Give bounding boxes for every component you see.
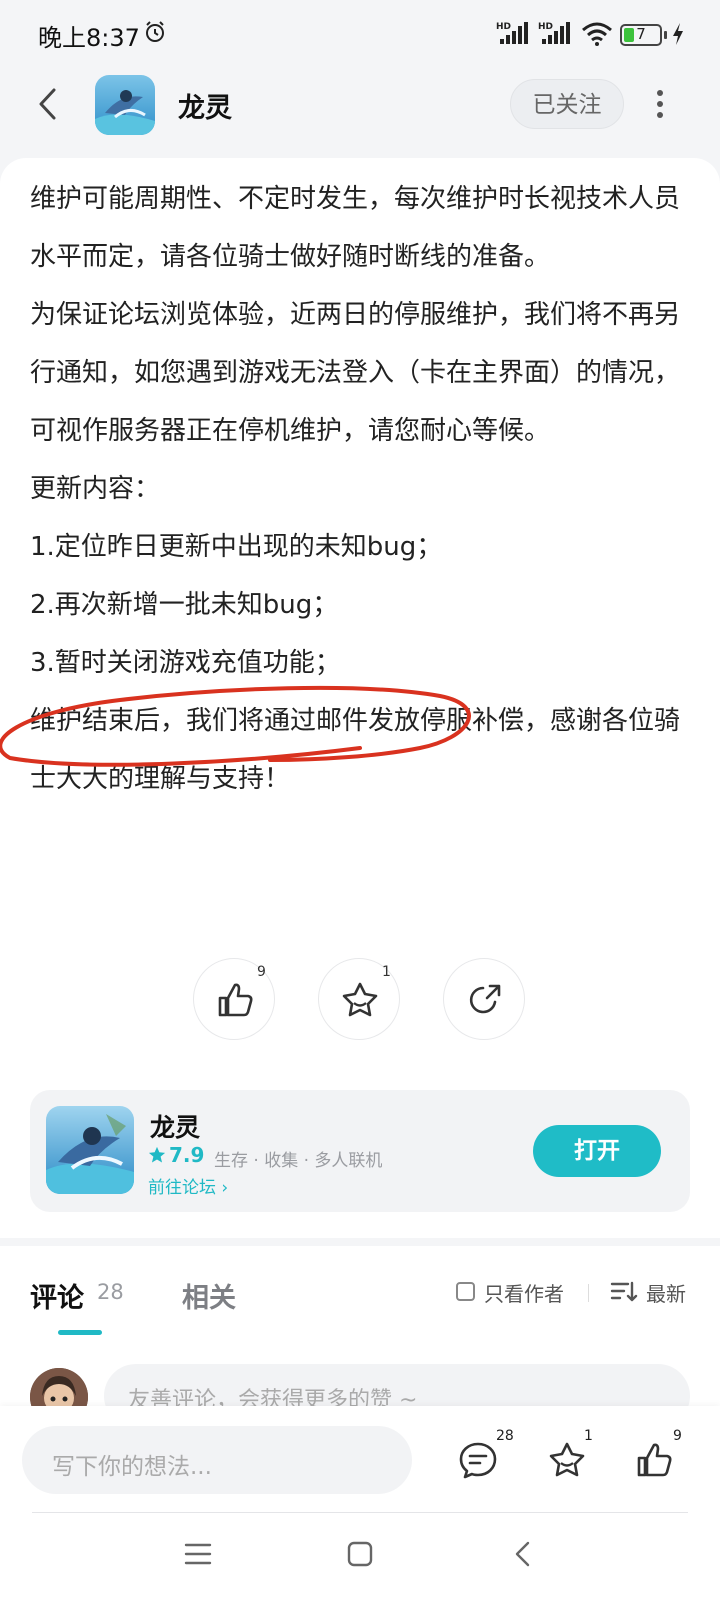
game-tags: 生存 · 收集 · 多人联机 xyxy=(214,1151,383,1171)
back-button[interactable] xyxy=(36,86,60,126)
open-button[interactable]: 打开 xyxy=(533,1125,661,1177)
paragraph-4: 1.定位昨日更新中出现的未知bug； xyxy=(30,532,443,562)
sort-label[interactable]: 最新 xyxy=(646,1278,686,1307)
paragraph-1: 维护可能周期性、不定时发生，每次维护时长视技术人员水平而定，请各位骑士做好随时断… xyxy=(30,184,681,272)
paragraph-5: 2.再次新增一批未知bug； xyxy=(30,590,339,620)
paragraph-3: 更新内容： xyxy=(30,474,161,504)
game-rating: 7.9 xyxy=(169,1143,205,1167)
write-input-placeholder: 写下你的想法... xyxy=(52,1454,212,1480)
paragraph-2: 为保证论坛浏览体验，近两日的停服维护，我们将不再另行通知，如您遇到游戏无法登入（… xyxy=(30,300,681,446)
battery-level: 7 xyxy=(636,25,646,43)
thumbs-up-icon xyxy=(218,983,253,1017)
alarm-icon xyxy=(143,20,167,48)
only-author-checkbox[interactable] xyxy=(456,1282,475,1301)
comment-icon[interactable] xyxy=(458,1440,498,1484)
battery-tip xyxy=(664,31,667,39)
bottom-favorite-count: 1 xyxy=(584,1428,593,1444)
comment-count: 28 xyxy=(97,1280,124,1304)
page-title: 龙灵 xyxy=(178,93,232,124)
more-options-icon[interactable] xyxy=(655,88,665,124)
back-nav-icon[interactable] xyxy=(510,1540,538,1572)
favorite-count: 1 xyxy=(382,964,391,980)
signal-icon: HD xyxy=(496,20,532,50)
battery-icon: 7 xyxy=(620,24,662,46)
svg-text:HD: HD xyxy=(496,22,511,32)
bottom-thumbs-up-icon[interactable] xyxy=(634,1440,674,1484)
bottom-like-count: 9 xyxy=(673,1428,682,1444)
only-author-label[interactable]: 只看作者 xyxy=(484,1278,564,1307)
forum-link[interactable]: 前往论坛 › xyxy=(148,1173,228,1198)
bottom-comment-count: 28 xyxy=(496,1428,514,1444)
tab-related[interactable]: 相关 xyxy=(182,1276,236,1315)
rating-star-icon xyxy=(148,1146,166,1168)
bottom-star-icon[interactable] xyxy=(547,1440,587,1484)
tab-comments[interactable]: 评论 xyxy=(30,1276,84,1315)
signal-icon-2: HD xyxy=(538,20,574,50)
share-button[interactable] xyxy=(443,958,525,1040)
active-tab-indicator xyxy=(58,1330,102,1335)
charging-icon xyxy=(671,22,685,50)
like-count: 9 xyxy=(257,964,266,980)
sort-icon[interactable] xyxy=(610,1280,638,1308)
follow-button[interactable]: 已关注 xyxy=(510,79,624,129)
share-icon xyxy=(469,984,501,1014)
divider xyxy=(588,1284,589,1302)
chevron-right-icon: › xyxy=(221,1178,229,1198)
forum-link-label: 前往论坛 xyxy=(148,1178,222,1198)
nav-divider xyxy=(32,1512,688,1513)
annotation-circle xyxy=(0,685,471,767)
home-icon[interactable] xyxy=(346,1540,374,1572)
game-icon[interactable] xyxy=(46,1106,134,1194)
star-icon xyxy=(342,982,378,1017)
app-icon[interactable] xyxy=(95,75,155,135)
svg-text:HD: HD xyxy=(538,22,553,32)
menu-icon[interactable] xyxy=(184,1540,212,1572)
game-name: 龙灵 xyxy=(150,1113,201,1142)
status-time: 晚上8:37 xyxy=(38,24,140,52)
wifi-icon xyxy=(581,22,613,50)
